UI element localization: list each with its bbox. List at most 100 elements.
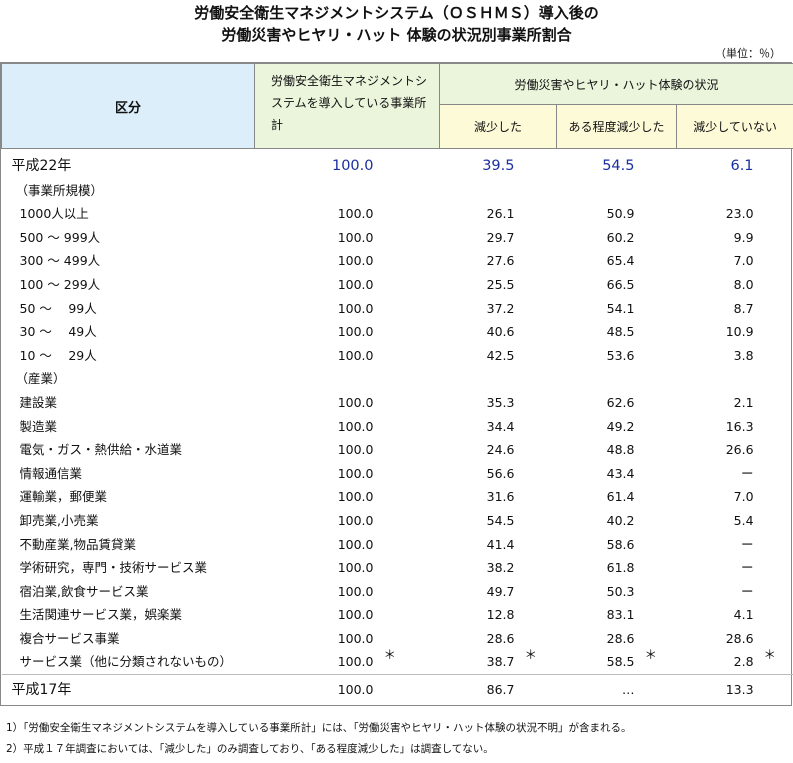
cell-value: 25.5 <box>440 273 557 297</box>
cell-value: 61.4 <box>557 485 677 509</box>
cell-value: 48.5 <box>557 320 677 344</box>
table-row: （事業所規模） <box>2 179 793 203</box>
header-group: 労働災害やヒヤリ・ハット体験の状況 <box>438 62 793 106</box>
row-label: 300 ～ 499人 <box>19 253 101 269</box>
cell-text: 100.0 <box>337 654 374 670</box>
cell-value <box>677 179 793 203</box>
cell-text: 26.6 <box>725 442 754 458</box>
cell-value: 62.6 <box>557 391 677 415</box>
cell-value: 40.6 <box>440 320 557 344</box>
cell-value: 53.6 <box>557 344 677 368</box>
cell-value: 100.0 <box>255 149 440 179</box>
row-label: サービス業（他に分類されないもの） <box>19 654 233 670</box>
cell-text: 34.4 <box>486 418 515 434</box>
row-label: 30 ～ 49人 <box>19 324 97 340</box>
cell-value: 40.2 <box>557 509 677 533</box>
cell-value: 23.0 <box>677 202 793 226</box>
cell-value: 39.5 <box>440 149 557 179</box>
table-row: 運輸業，郵便業 100.0 31.6 61.4 7.0 <box>2 485 793 509</box>
cell-text: 2.1 <box>733 394 754 410</box>
cell-value: 50.3 <box>557 580 677 604</box>
cell-value: 100.0 <box>255 556 440 580</box>
cell-text: 100.0 <box>337 442 374 458</box>
cell-value: ー <box>677 580 793 604</box>
table-row: 10 ～ 29人 100.0 42.5 53.6 3.8 <box>2 344 793 368</box>
cell-value: 100.0 <box>255 320 440 344</box>
cell-text: 2.8 <box>733 654 754 670</box>
table-row: サービス業（他に分類されないもの） 100.0 38.7 58.5 2.8 <box>2 650 793 674</box>
row-label: 学術研究，専門・技術サービス業 <box>19 560 208 576</box>
cell-value: 100.0 <box>255 533 440 557</box>
cell-text: 10.9 <box>725 324 754 340</box>
cell-text: 54.5 <box>602 158 635 174</box>
cell-value: 9.9 <box>677 226 793 250</box>
cell-text: 37.2 <box>486 300 515 316</box>
row-label: 複合サービス事業 <box>19 630 120 646</box>
cell-value: 5.4 <box>677 509 793 533</box>
cell-value: 10.9 <box>677 320 793 344</box>
cell-text: 100.0 <box>337 630 374 646</box>
row-label: 平成17年 <box>1 674 255 706</box>
row-label: （産業） <box>15 371 66 387</box>
table-row: 情報通信業 100.0 56.6 43.4 ー <box>2 462 793 486</box>
header-somewhat-decreased: ある程度減少した <box>556 104 677 149</box>
cell-text: 100.0 <box>331 158 374 174</box>
table-row: 製造業 100.0 34.4 49.2 16.3 <box>2 415 793 439</box>
row-label: 製造業 <box>19 418 58 434</box>
table-row: 30 ～ 49人 100.0 40.6 48.5 10.9 <box>2 320 793 344</box>
row-label: 宿泊業,飲食サービス業 <box>19 583 149 599</box>
cell-value: 100.0 <box>255 462 440 486</box>
cell-text: 48.8 <box>606 442 635 458</box>
row-label: 電気・ガス・熱供給・水道業 <box>19 442 183 458</box>
cell-text: … <box>622 682 635 698</box>
cell-value: 13.3 <box>676 674 793 706</box>
cell-text: 100.0 <box>337 465 374 481</box>
cell-text: 100.0 <box>337 324 374 340</box>
cell-text: 100.0 <box>337 276 374 292</box>
row-label: 不動産業,物品賃貸業 <box>19 536 136 552</box>
table-row: 複合サービス事業 100.0 ＊ 28.6 ＊ 28.6 ＊ 28.6 ＊ <box>2 627 793 662</box>
cell-value: 29.7 <box>440 226 557 250</box>
cell-value <box>557 367 677 391</box>
cell-text: 100.0 <box>337 512 374 528</box>
header-oshms: 労働安全衛生マネジメントシステムを導入している事業所計 <box>254 63 440 149</box>
cell-value: 34.4 <box>440 415 557 439</box>
cell-text: 100.0 <box>337 347 374 363</box>
cell-value: ー <box>677 533 793 557</box>
cell-text: 8.7 <box>733 300 754 316</box>
cell-text: 28.6 <box>606 630 635 646</box>
row-label: 平成22年 <box>11 158 72 174</box>
cell-value: 24.6 <box>440 438 557 462</box>
cell-text: 60.2 <box>606 229 635 245</box>
cell-text: 25.5 <box>486 276 515 292</box>
cell-value <box>440 367 557 391</box>
cell-value: 58.5 <box>557 650 677 674</box>
cell-value: 7.0 <box>677 249 793 273</box>
cell-text: 100.0 <box>337 300 374 316</box>
cell-value: 50.9 <box>557 202 677 226</box>
asterisk-mark: ＊ <box>763 646 777 662</box>
cell-value: 100.0 <box>255 603 440 627</box>
cell-value: 2.1 <box>677 391 793 415</box>
cell-value: 66.5 <box>557 273 677 297</box>
cell-text: ー <box>741 465 754 481</box>
cell-text: 39.5 <box>482 158 515 174</box>
cell-value: 100.0 ＊ <box>255 627 440 662</box>
footnote-1: 1）「労働安全衛生マネジメントシステムを導入している事業所計」には、「労働災害や… <box>6 722 632 735</box>
row-label: （事業所規模） <box>15 182 104 198</box>
asterisk-mark: ＊ <box>644 646 658 662</box>
cell-value: … <box>556 674 677 706</box>
cell-value: 28.6 ＊ <box>677 627 793 662</box>
cell-value: 16.3 <box>677 415 793 439</box>
cell-value: 100.0 <box>255 249 440 273</box>
cell-value: 58.6 <box>557 533 677 557</box>
table-row: 宿泊業,飲食サービス業 100.0 49.7 50.3 ー <box>2 580 793 604</box>
cell-text: ー <box>741 583 754 599</box>
cell-text: ー <box>741 560 754 576</box>
cell-text: 38.7 <box>486 654 515 670</box>
cell-text: 56.6 <box>486 465 515 481</box>
cell-value: 100.0 <box>255 580 440 604</box>
cell-text: 7.0 <box>733 489 754 505</box>
cell-text: 24.6 <box>486 442 515 458</box>
cell-text: 53.6 <box>606 347 635 363</box>
